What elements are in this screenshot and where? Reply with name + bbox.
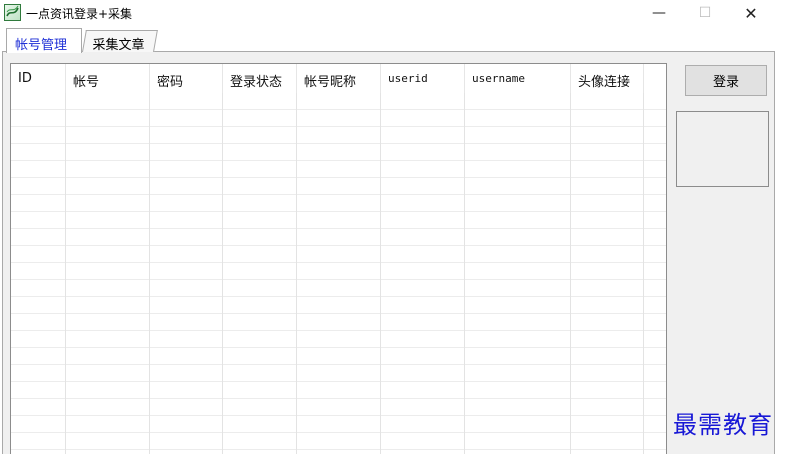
column-header-id[interactable]: ID <box>11 64 66 93</box>
column-header-account[interactable]: 帐号 <box>66 64 150 93</box>
title-bar: 一点资讯登录+采集 — ☐ ✕ <box>0 0 796 26</box>
column-divider <box>380 93 381 454</box>
column-header-avatar-link[interactable]: 头像连接 <box>571 64 644 93</box>
column-divider <box>643 93 644 454</box>
column-header-username[interactable]: username <box>465 64 571 93</box>
close-icon[interactable]: ✕ <box>728 0 774 26</box>
maximize-icon[interactable]: ☐ <box>682 0 728 26</box>
table-header: ID 帐号 密码 登录状态 帐号昵称 userid username 头像连接 <box>11 64 666 93</box>
window-title: 一点资讯登录+采集 <box>26 7 133 21</box>
column-header-userid[interactable]: userid <box>381 64 465 93</box>
account-table[interactable]: ID 帐号 密码 登录状态 帐号昵称 userid username 头像连接 <box>10 63 667 454</box>
column-divider <box>149 93 150 454</box>
tab-strip: 帐号管理 采集文章 <box>0 26 796 53</box>
tab-account-management[interactable]: 帐号管理 <box>6 28 82 53</box>
tab-collect-articles[interactable]: 采集文章 <box>82 30 158 53</box>
table-body <box>11 93 666 454</box>
column-divider <box>222 93 223 454</box>
column-divider <box>464 93 465 454</box>
login-button[interactable]: 登录 <box>685 65 767 96</box>
column-divider <box>65 93 66 454</box>
column-header-login-status[interactable]: 登录状态 <box>223 64 297 93</box>
tab-collect-articles-label: 采集文章 <box>92 38 145 53</box>
column-header-nickname[interactable]: 帐号昵称 <box>297 64 381 93</box>
watermark-text: 最需教育 <box>673 411 773 439</box>
minimize-icon[interactable]: — <box>636 0 682 26</box>
column-header-password[interactable]: 密码 <box>150 64 223 93</box>
column-divider <box>296 93 297 454</box>
app-logo-icon <box>4 4 21 21</box>
avatar-image-box <box>676 111 769 187</box>
column-divider <box>570 93 571 454</box>
